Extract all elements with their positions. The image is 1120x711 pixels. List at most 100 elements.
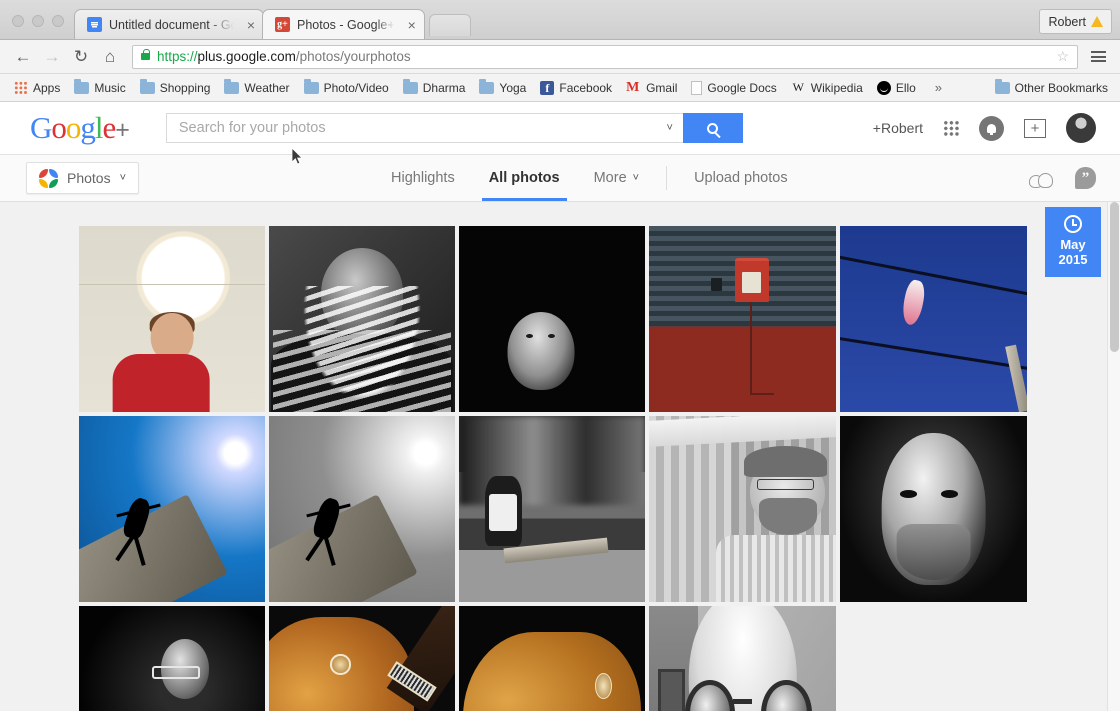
profile-button[interactable]: Robert xyxy=(1039,9,1112,34)
photos-app-chip[interactable]: Photos ˅ xyxy=(26,162,139,194)
chevron-down-icon[interactable]: ˅ xyxy=(666,122,672,134)
photo-thumbnail[interactable] xyxy=(649,226,836,412)
header-right-actions: +Robert xyxy=(873,113,1102,143)
close-tab-button[interactable]: × xyxy=(402,18,416,32)
hangouts-icon[interactable]: ” xyxy=(1075,167,1096,189)
close-window-button[interactable] xyxy=(12,15,24,27)
tab-highlights[interactable]: Highlights xyxy=(374,155,472,201)
logo-letter: l xyxy=(95,110,103,145)
bookmarks-overflow-button[interactable]: » xyxy=(927,80,950,95)
bookmark-star-icon[interactable]: ☆ xyxy=(1056,48,1069,65)
photo-thumbnail[interactable] xyxy=(269,606,455,711)
tab-label: Highlights xyxy=(391,170,455,186)
date-badge[interactable]: May 2015 xyxy=(1045,207,1101,277)
bookmarks-bar: Apps Music Shopping Weather Photo/Video … xyxy=(0,74,1120,102)
other-bookmarks-button[interactable]: Other Bookmarks xyxy=(989,78,1114,98)
date-badge-year: 2015 xyxy=(1045,252,1101,267)
bookmark-weather[interactable]: Weather xyxy=(218,78,295,98)
logo-letter: o xyxy=(51,110,66,145)
search-input[interactable]: Search for your photos ˅ xyxy=(166,113,683,143)
photo-detail xyxy=(463,632,642,711)
photo-thumbnail[interactable] xyxy=(79,606,265,711)
scrollbar-thumb[interactable] xyxy=(1110,202,1119,352)
google-plus-header: Google+ Search for your photos ˅ +Robert xyxy=(0,102,1120,155)
bookmark-label: Wikipedia xyxy=(811,81,863,95)
bookmark-photo-video[interactable]: Photo/Video xyxy=(298,78,395,98)
bookmark-label: Apps xyxy=(33,81,60,95)
bookmark-gmail[interactable]: M Gmail xyxy=(620,78,683,98)
photo-thumbnail[interactable] xyxy=(840,226,1027,412)
bookmark-apps[interactable]: Apps xyxy=(8,78,66,98)
bookmark-dharma[interactable]: Dharma xyxy=(397,78,472,98)
profile-link[interactable]: +Robert xyxy=(873,120,923,136)
close-tab-button[interactable]: × xyxy=(241,18,255,32)
tab-more[interactable]: More ˅ xyxy=(577,155,656,201)
tab-all-photos[interactable]: All photos xyxy=(472,155,577,201)
share-box-icon[interactable] xyxy=(1024,119,1046,138)
photo-thumbnail[interactable] xyxy=(269,416,455,602)
photo-thumbnail[interactable] xyxy=(649,606,836,711)
forward-button[interactable]: → xyxy=(39,44,65,70)
minimize-window-button[interactable] xyxy=(32,15,44,27)
photo-detail xyxy=(716,535,836,602)
google-plus-logo[interactable]: Google+ xyxy=(30,110,129,146)
home-button[interactable]: ⌂ xyxy=(97,44,123,70)
photo-detail xyxy=(941,490,958,497)
photo-detail xyxy=(750,393,774,396)
search-icon xyxy=(707,123,718,134)
new-tab-button[interactable] xyxy=(429,14,471,36)
bookmark-label: Yoga xyxy=(499,81,526,95)
bookmark-label: Weather xyxy=(244,81,289,95)
photo-thumbnail[interactable] xyxy=(459,226,645,412)
address-bar[interactable]: https://plus.google.com/photos/yourphoto… xyxy=(132,45,1078,69)
photo-row xyxy=(79,416,1027,602)
photo-detail xyxy=(896,524,971,580)
search-button[interactable] xyxy=(683,113,743,143)
bookmark-label: Music xyxy=(94,81,125,95)
photo-thumbnail[interactable] xyxy=(840,416,1027,602)
apps-grid-icon[interactable] xyxy=(943,120,959,136)
photo-thumbnail[interactable] xyxy=(269,226,455,412)
bookmark-wikipedia[interactable]: W Wikipedia xyxy=(785,77,869,98)
photo-grid-area: May 2015 xyxy=(0,202,1120,711)
photo-thumbnail[interactable] xyxy=(79,226,265,412)
wikipedia-icon: W xyxy=(791,80,806,95)
bookmark-google-docs[interactable]: Google Docs xyxy=(685,78,782,98)
window-controls[interactable] xyxy=(8,15,74,39)
reload-button[interactable]: ↻ xyxy=(68,44,94,70)
people-icon[interactable] xyxy=(1029,169,1053,188)
photo-row xyxy=(79,226,1027,412)
tab-label: All photos xyxy=(489,170,560,186)
photo-detail xyxy=(759,498,817,535)
photo-detail xyxy=(112,354,209,412)
photo-detail xyxy=(658,669,684,711)
avatar[interactable] xyxy=(1066,113,1096,143)
photo-detail xyxy=(840,254,1027,296)
url-host: plus.google.com xyxy=(198,49,296,64)
bookmark-shopping[interactable]: Shopping xyxy=(134,78,217,98)
chrome-menu-icon[interactable] xyxy=(1087,47,1110,66)
upload-photos-button[interactable]: Upload photos xyxy=(677,155,805,201)
browser-tab-docs[interactable]: Untitled document - Goog × xyxy=(74,9,264,39)
bookmark-label: Gmail xyxy=(646,81,677,95)
photo-thumbnail[interactable] xyxy=(79,416,265,602)
bookmark-facebook[interactable]: f Facebook xyxy=(534,78,618,98)
bookmark-music[interactable]: Music xyxy=(68,78,131,98)
tab-label: More xyxy=(594,170,627,186)
divider xyxy=(666,166,667,190)
folder-icon xyxy=(224,82,239,94)
photo-thumbnail[interactable] xyxy=(459,416,645,602)
url-path: /photos/yourphotos xyxy=(296,49,411,64)
bookmark-yoga[interactable]: Yoga xyxy=(473,78,532,98)
photo-thumbnail[interactable] xyxy=(459,606,645,711)
page-scrollbar[interactable] xyxy=(1107,202,1120,711)
back-button[interactable]: ← xyxy=(10,44,36,70)
bell-icon[interactable] xyxy=(979,116,1004,141)
bookmark-ello[interactable]: Ello xyxy=(871,78,922,98)
photo-thumbnail[interactable] xyxy=(649,416,836,602)
photo-grid xyxy=(79,226,1027,711)
photo-detail xyxy=(735,258,769,303)
browser-tab-photos[interactable]: g+ Photos - Google+ × xyxy=(262,9,425,39)
maximize-window-button[interactable] xyxy=(52,15,64,27)
bookmark-label: Ello xyxy=(896,81,916,95)
